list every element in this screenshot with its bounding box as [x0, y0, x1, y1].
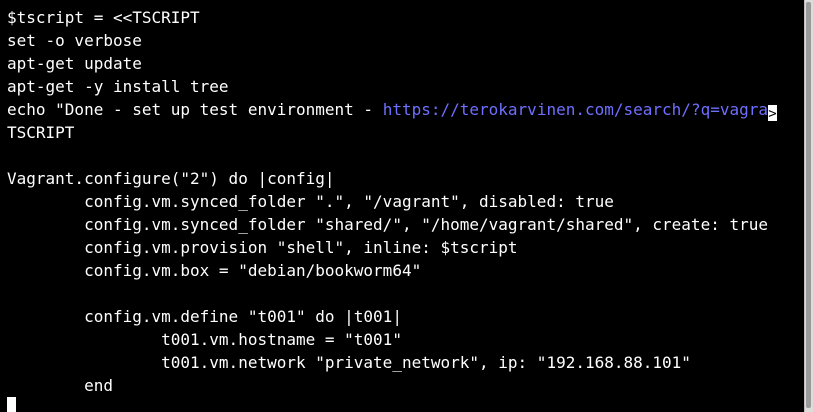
code-line-15: t001.vm.hostname = "t001"	[7, 330, 402, 349]
code-line-17: end	[7, 376, 113, 395]
echo-prefix: echo "Done - set up test environment -	[7, 100, 383, 119]
code-line-9: config.vm.synced_folder ".", "/vagrant",…	[7, 192, 614, 211]
vertical-scrollbar[interactable]	[804, 0, 813, 412]
line-overflow-icon: >	[768, 105, 777, 121]
code-line-11: config.vm.provision "shell", inline: $ts…	[7, 238, 518, 257]
code-line-8: Vagrant.configure("2") do |config|	[7, 169, 335, 188]
code-line-16: t001.vm.network "private_network", ip: "…	[7, 353, 691, 372]
code-line-4: apt-get -y install tree	[7, 77, 229, 96]
code-line-14: config.vm.define "t001" do |t001|	[7, 307, 402, 326]
code-line-1: $tscript = <<TSCRIPT	[7, 8, 200, 27]
text-cursor	[7, 397, 16, 412]
search-url-link[interactable]: https://terokarvinen.com/search/?q=vagra	[383, 100, 768, 119]
terminal-window[interactable]: $tscript = <<TSCRIPT set -o verbose apt-…	[0, 0, 804, 412]
code-line-3: apt-get update	[7, 54, 142, 73]
code-line-2: set -o verbose	[7, 31, 142, 50]
scrollbar-thumb[interactable]	[806, 2, 811, 408]
code-line-12: config.vm.box = "debian/bookworm64"	[7, 261, 422, 280]
code-line-echo: echo "Done - set up test environment - h…	[7, 98, 804, 121]
code-line-6: TSCRIPT	[7, 123, 75, 142]
code-line-10: config.vm.synced_folder "shared/", "/hom…	[7, 215, 768, 234]
